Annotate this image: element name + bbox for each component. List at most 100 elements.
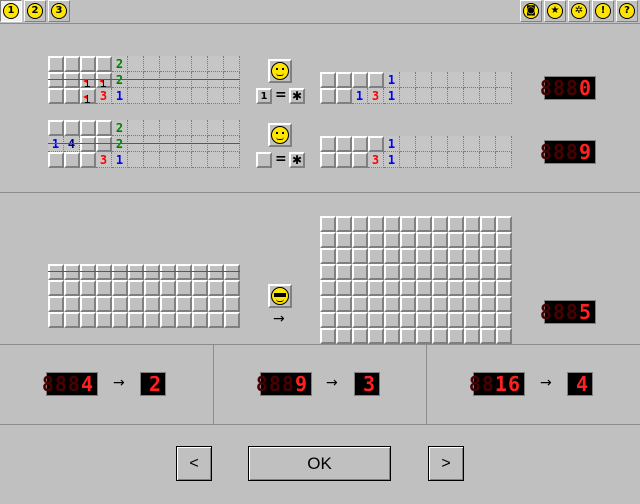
board-cell[interactable]	[464, 280, 480, 296]
board-cell[interactable]	[368, 280, 384, 296]
board-cell[interactable]	[320, 296, 336, 312]
board-cell[interactable]	[432, 264, 448, 280]
board-cell[interactable]	[416, 328, 432, 344]
smiley-button[interactable]	[268, 123, 292, 147]
board-cell[interactable]	[496, 248, 512, 264]
board-cell[interactable]	[464, 296, 480, 312]
board-cell[interactable]	[336, 280, 352, 296]
board-cell[interactable]	[496, 296, 512, 312]
board-cell[interactable]	[496, 328, 512, 344]
board-cell[interactable]	[448, 248, 464, 264]
board-cell[interactable]	[464, 248, 480, 264]
settings-button[interactable]: ✲	[568, 0, 590, 22]
ok-button[interactable]: OK	[248, 446, 391, 481]
board-cell[interactable]	[384, 296, 400, 312]
board-cell[interactable]	[448, 312, 464, 328]
board-cell[interactable]	[368, 264, 384, 280]
warning-button[interactable]: !	[592, 0, 614, 22]
board-cell[interactable]	[384, 232, 400, 248]
board-cell[interactable]	[416, 216, 432, 232]
board-cell[interactable]	[320, 280, 336, 296]
cool-smiley-button[interactable]	[268, 284, 292, 308]
board-cell[interactable]	[400, 232, 416, 248]
board-cell[interactable]	[464, 328, 480, 344]
board-cell[interactable]	[448, 232, 464, 248]
board-cell[interactable]	[448, 328, 464, 344]
board-cell[interactable]	[496, 280, 512, 296]
star-button[interactable]: ★	[544, 0, 566, 22]
board-cell[interactable]	[400, 296, 416, 312]
level-1-button[interactable]: 1	[0, 0, 22, 22]
board-cell[interactable]	[480, 232, 496, 248]
board-cell[interactable]	[384, 248, 400, 264]
board-cell[interactable]	[480, 296, 496, 312]
board-cell[interactable]	[400, 248, 416, 264]
board-cell[interactable]	[464, 232, 480, 248]
board-cell[interactable]	[352, 232, 368, 248]
board-cell[interactable]	[352, 248, 368, 264]
next-button[interactable]: >	[428, 446, 464, 481]
board-cell[interactable]	[368, 312, 384, 328]
board-cell[interactable]	[496, 216, 512, 232]
board-cell[interactable]	[368, 328, 384, 344]
board-cell[interactable]	[352, 264, 368, 280]
board-cell[interactable]	[400, 264, 416, 280]
board-cell[interactable]	[416, 296, 432, 312]
board-cell[interactable]	[384, 216, 400, 232]
board-cell[interactable]	[368, 248, 384, 264]
board-cell[interactable]	[368, 216, 384, 232]
board-cell[interactable]	[352, 216, 368, 232]
board-cell[interactable]	[400, 280, 416, 296]
board-cell[interactable]	[448, 296, 464, 312]
board-cell[interactable]	[432, 232, 448, 248]
board-cell[interactable]	[352, 280, 368, 296]
board-cell[interactable]	[480, 248, 496, 264]
board-cell[interactable]	[464, 264, 480, 280]
board-cell[interactable]	[432, 296, 448, 312]
board-cell[interactable]	[480, 328, 496, 344]
board-cell[interactable]	[336, 264, 352, 280]
board-cell[interactable]	[448, 264, 464, 280]
board-cell[interactable]	[384, 312, 400, 328]
board-cell[interactable]	[464, 312, 480, 328]
level-3-button[interactable]: 3	[48, 0, 70, 22]
board-cell[interactable]	[384, 264, 400, 280]
board-cell[interactable]	[336, 232, 352, 248]
board-cell[interactable]	[320, 312, 336, 328]
board-cell[interactable]	[480, 216, 496, 232]
previous-button[interactable]: <	[176, 446, 212, 481]
camera-button[interactable]: ◙	[520, 0, 542, 22]
board-cell[interactable]	[496, 264, 512, 280]
board-cell[interactable]	[352, 328, 368, 344]
level-2-button[interactable]: 2	[24, 0, 46, 22]
board-cell[interactable]	[336, 216, 352, 232]
board-cell[interactable]	[400, 312, 416, 328]
board-cell[interactable]	[416, 312, 432, 328]
board-cell[interactable]	[480, 312, 496, 328]
board-cell[interactable]	[480, 280, 496, 296]
board-cell[interactable]	[352, 312, 368, 328]
board-cell[interactable]	[464, 216, 480, 232]
board-cell[interactable]	[320, 248, 336, 264]
board-cell[interactable]	[496, 232, 512, 248]
board-cell[interactable]	[368, 232, 384, 248]
board-cell[interactable]	[336, 328, 352, 344]
board-cell[interactable]	[352, 296, 368, 312]
help-button[interactable]: ?	[616, 0, 638, 22]
board-cell[interactable]	[432, 280, 448, 296]
board-cell[interactable]	[320, 232, 336, 248]
board-cell[interactable]	[448, 216, 464, 232]
board-cell[interactable]	[432, 248, 448, 264]
board-cell[interactable]	[432, 312, 448, 328]
board-cell[interactable]	[336, 248, 352, 264]
board-cell[interactable]	[448, 280, 464, 296]
board-cell[interactable]	[384, 328, 400, 344]
smiley-button[interactable]	[268, 59, 292, 83]
board-cell[interactable]	[400, 216, 416, 232]
board-cell[interactable]	[336, 312, 352, 328]
board-cell[interactable]	[496, 312, 512, 328]
board-cell[interactable]	[416, 248, 432, 264]
board-cell[interactable]	[320, 264, 336, 280]
board-cell[interactable]	[320, 328, 336, 344]
board-cell[interactable]	[480, 264, 496, 280]
